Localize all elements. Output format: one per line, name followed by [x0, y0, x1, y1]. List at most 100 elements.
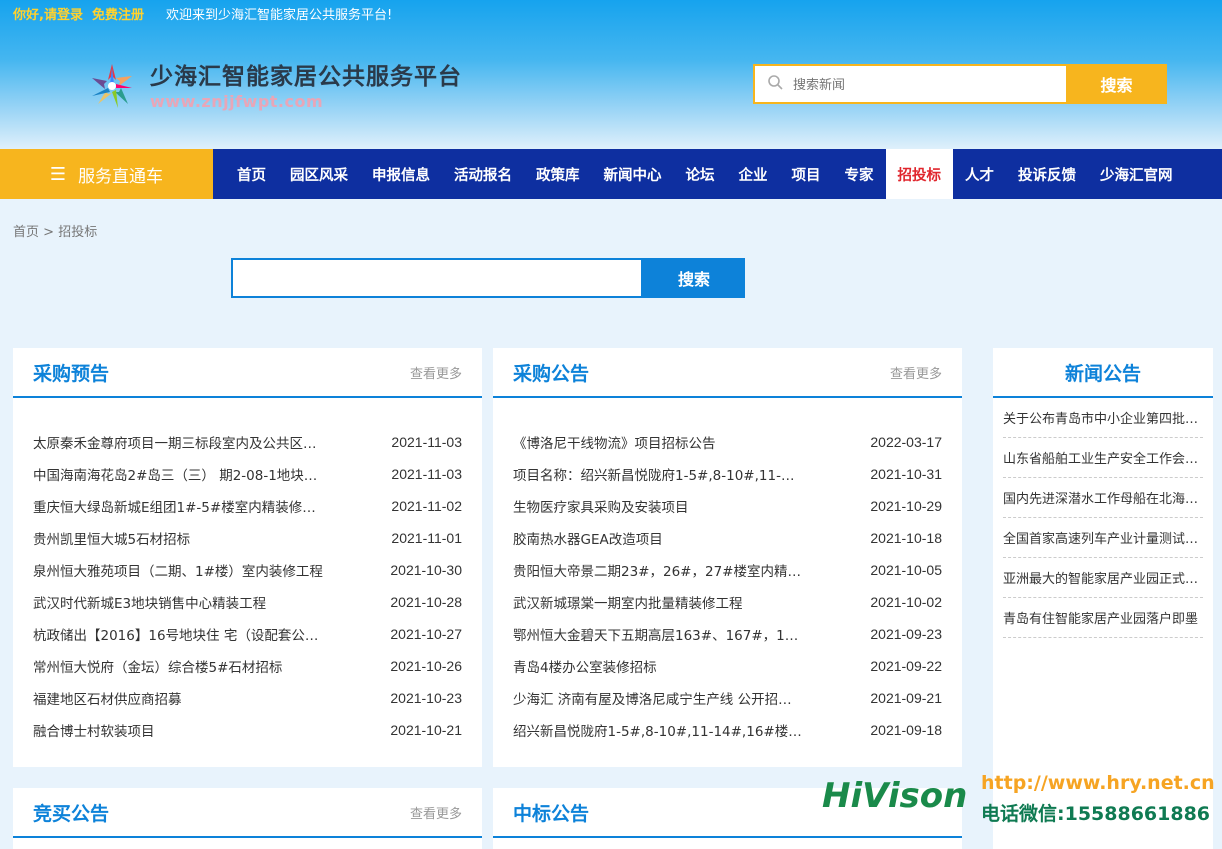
item-title[interactable]: 武汉新城璟棠一期室内批量精装修工程 — [513, 592, 803, 612]
header-search-button[interactable]: 搜索 — [1066, 64, 1167, 104]
list-item[interactable]: 胶南热水器GEA改造项目 2021-10-18 — [513, 522, 942, 554]
item-title[interactable]: 融合博士村软装项目 — [33, 720, 323, 740]
news-item-title[interactable]: 国内先进深潜水工作母船在北海交付 — [1003, 488, 1199, 507]
nav-item[interactable]: 活动报名 — [442, 149, 524, 199]
list-item[interactable]: 重庆恒大绿岛新城E组团1#-5#楼室内精装修工程 2021-11-02 — [33, 490, 462, 522]
item-date: 2021-09-18 — [870, 722, 942, 738]
top-bar: 你好,请登录 免费注册 欢迎来到少海汇智能家居公共服务平台! — [13, 4, 392, 23]
item-date: 2021-11-03 — [391, 466, 462, 482]
item-title[interactable]: 贵阳恒大帝景二期23#，26#，27#楼室内精装修工程 — [513, 560, 803, 580]
list-item[interactable]: 鄂州恒大金碧天下五期高层163#、167#，1号楼工程 2021-09-23 — [513, 618, 942, 650]
item-title[interactable]: 《博洛尼干线物流》项目招标公告 — [513, 432, 803, 452]
panel-title: 采购公告 — [513, 362, 590, 385]
item-title[interactable]: 杭政储出【2016】16号地块住 宅（设配套公建）项目 — [33, 624, 323, 644]
item-title[interactable]: 绍兴新昌悦陇府1-5#,8-10#,11-14#,16#楼工程 — [513, 720, 803, 740]
list-item[interactable]: 中国海南海花岛2#岛三（三） 期2-08-1地块项目 2021-11-03 — [33, 458, 462, 490]
item-title[interactable]: 项目名称：绍兴新昌悦陇府1-5#,8-10#,11-14#楼工程 — [513, 464, 803, 484]
panel-bidding-notice: 竞买公告 查看更多 — [13, 788, 482, 849]
item-title[interactable]: 重庆恒大绿岛新城E组团1#-5#楼室内精装修工程 — [33, 496, 323, 516]
news-item-title[interactable]: 亚洲最大的智能家居产业园正式启动 — [1003, 568, 1199, 587]
item-title[interactable]: 泉州恒大雅苑项目（二期、1#楼）室内装修工程 — [33, 560, 323, 580]
news-item[interactable]: 关于公布青岛市中小企业第四批名单的通知 — [1003, 398, 1203, 438]
nav-item[interactable]: 政策库 — [524, 149, 592, 199]
login-link[interactable]: 你好,请登录 — [13, 4, 83, 23]
nav-item[interactable]: 论坛 — [674, 149, 727, 199]
main-search-button[interactable]: 搜索 — [643, 258, 745, 298]
nav-item-active[interactable]: 招投标 — [885, 149, 953, 199]
news-item-title[interactable]: 青岛有住智能家居产业园落户即墨 — [1003, 608, 1199, 627]
item-title[interactable]: 鄂州恒大金碧天下五期高层163#、167#，1号楼工程 — [513, 624, 803, 644]
list-item[interactable]: 项目名称：绍兴新昌悦陇府1-5#,8-10#,11-14#楼工程 2021-10-… — [513, 458, 942, 490]
list-item[interactable]: 绍兴新昌悦陇府1-5#,8-10#,11-14#,16#楼工程 2021-09-1… — [513, 714, 942, 746]
list-item[interactable]: 贵阳恒大帝景二期23#，26#，27#楼室内精装修工程 2021-10-05 — [513, 554, 942, 586]
register-link[interactable]: 免费注册 — [92, 4, 144, 23]
list-item[interactable]: 常州恒大悦府（金坛）综合楼5#石材招标 2021-10-26 — [33, 650, 462, 682]
item-title[interactable]: 生物医疗家具采购及安装项目 — [513, 496, 803, 516]
item-title[interactable]: 中国海南海花岛2#岛三（三） 期2-08-1地块项目 — [33, 464, 323, 484]
news-item[interactable]: 国内先进深潜水工作母船在北海交付 — [1003, 478, 1203, 518]
site-url: www.znjjfwpt.com — [150, 92, 324, 111]
nav-item[interactable]: 项目 — [780, 149, 833, 199]
item-date: 2021-09-21 — [870, 690, 942, 706]
nav-item[interactable]: 首页 — [225, 149, 278, 199]
nav-item[interactable]: 园区风采 — [278, 149, 360, 199]
more-link[interactable]: 查看更多 — [410, 803, 462, 822]
list-item[interactable]: 武汉新城璟棠一期室内批量精装修工程 2021-10-02 — [513, 586, 942, 618]
list-item[interactable]: 杭政储出【2016】16号地块住 宅（设配套公建）项目 2021-10-27 — [33, 618, 462, 650]
item-date: 2021-10-31 — [870, 466, 942, 482]
item-title[interactable]: 青岛4楼办公室装修招标 — [513, 656, 803, 676]
nav-item[interactable]: 新闻中心 — [592, 149, 674, 199]
item-title[interactable]: 胶南热水器GEA改造项目 — [513, 528, 803, 548]
header-search-input[interactable] — [793, 76, 1033, 92]
item-title[interactable]: 常州恒大悦府（金坛）综合楼5#石材招标 — [33, 656, 323, 676]
item-title[interactable]: 武汉时代新城E3地块销售中心精装工程 — [33, 592, 323, 612]
nav-item[interactable]: 少海汇官网 — [1088, 149, 1185, 199]
list-item[interactable]: 太原秦禾金尊府项目一期三标段室内及公共区域精装修工程 2021-11-03 — [33, 426, 462, 458]
list-item[interactable]: 泉州恒大雅苑项目（二期、1#楼）室内装修工程 2021-10-30 — [33, 554, 462, 586]
list-item[interactable]: 武汉时代新城E3地块销售中心精装工程 2021-10-28 — [33, 586, 462, 618]
news-item[interactable]: 亚洲最大的智能家居产业园正式启动 — [1003, 558, 1203, 598]
list-item[interactable]: 生物医疗家具采购及安装项目 2021-10-29 — [513, 490, 942, 522]
breadcrumb-home[interactable]: 首页 — [13, 225, 39, 240]
list-item[interactable]: 福建地区石材供应商招募 2021-10-23 — [33, 682, 462, 714]
service-button[interactable]: ☰ 服务直通车 — [0, 149, 213, 199]
main-search-input[interactable] — [231, 258, 643, 298]
panel-title: 中标公告 — [513, 802, 590, 825]
list-item[interactable]: 融合博士村软装项目 2021-10-21 — [33, 714, 462, 746]
breadcrumb: 首页 > 招投标 — [13, 221, 97, 240]
list-item[interactable]: 少海汇 济南有屋及博洛尼咸宁生产线 公开招标公告 2021-09-21 — [513, 682, 942, 714]
item-list: 太原秦禾金尊府项目一期三标段室内及公共区域精装修工程 2021-11-03 中国海… — [13, 398, 482, 746]
item-date: 2021-10-30 — [390, 562, 462, 578]
news-item[interactable]: 青岛有住智能家居产业园落户即墨 — [1003, 598, 1203, 638]
news-item-title[interactable]: 关于公布青岛市中小企业第四批名单的通知 — [1003, 408, 1199, 427]
more-link[interactable]: 查看更多 — [890, 363, 942, 382]
nav-item[interactable]: 人才 — [953, 149, 1006, 199]
header-search: 搜索 — [753, 64, 1167, 104]
item-date: 2021-10-29 — [870, 498, 942, 514]
logo[interactable]: 少海汇智能家居公共服务平台 www.znjjfwpt.com — [88, 62, 462, 111]
item-date: 2022-03-17 — [870, 434, 942, 450]
more-link[interactable]: 查看更多 — [410, 363, 462, 382]
nav-item[interactable]: 专家 — [833, 149, 886, 199]
nav-item[interactable]: 企业 — [727, 149, 780, 199]
news-item[interactable]: 山东省船舶工业生产安全工作会议召开 — [1003, 438, 1203, 478]
item-date: 2021-10-28 — [390, 594, 462, 610]
service-label: 服务直通车 — [78, 166, 164, 187]
news-item-title[interactable]: 山东省船舶工业生产安全工作会议召开 — [1003, 448, 1199, 467]
nav-item[interactable]: 申报信息 — [360, 149, 442, 199]
item-title[interactable]: 福建地区石材供应商招募 — [33, 688, 323, 708]
list-item[interactable]: 《博洛尼干线物流》项目招标公告 2022-03-17 — [513, 426, 942, 458]
item-date: 2021-09-23 — [870, 626, 942, 642]
nav-item[interactable]: 投诉反馈 — [1006, 149, 1088, 199]
news-item-title[interactable]: 全国首家高速列车产业计量测试中心 — [1003, 528, 1199, 547]
item-date: 2021-10-23 — [390, 690, 462, 706]
item-title[interactable]: 太原秦禾金尊府项目一期三标段室内及公共区域精装修工程 — [33, 432, 323, 452]
search-icon — [767, 74, 783, 94]
panel-pre-announcement: 采购预告 查看更多 太原秦禾金尊府项目一期三标段室内及公共区域精装修工程 2021… — [13, 348, 482, 767]
watermark-phone: 电话微信:15588661886 — [981, 803, 1211, 825]
list-item[interactable]: 贵州凯里恒大城5石材招标 2021-11-01 — [33, 522, 462, 554]
list-item[interactable]: 青岛4楼办公室装修招标 2021-09-22 — [513, 650, 942, 682]
item-title[interactable]: 贵州凯里恒大城5石材招标 — [33, 528, 323, 548]
news-item[interactable]: 全国首家高速列车产业计量测试中心 — [1003, 518, 1203, 558]
item-title[interactable]: 少海汇 济南有屋及博洛尼咸宁生产线 公开招标公告 — [513, 688, 803, 708]
